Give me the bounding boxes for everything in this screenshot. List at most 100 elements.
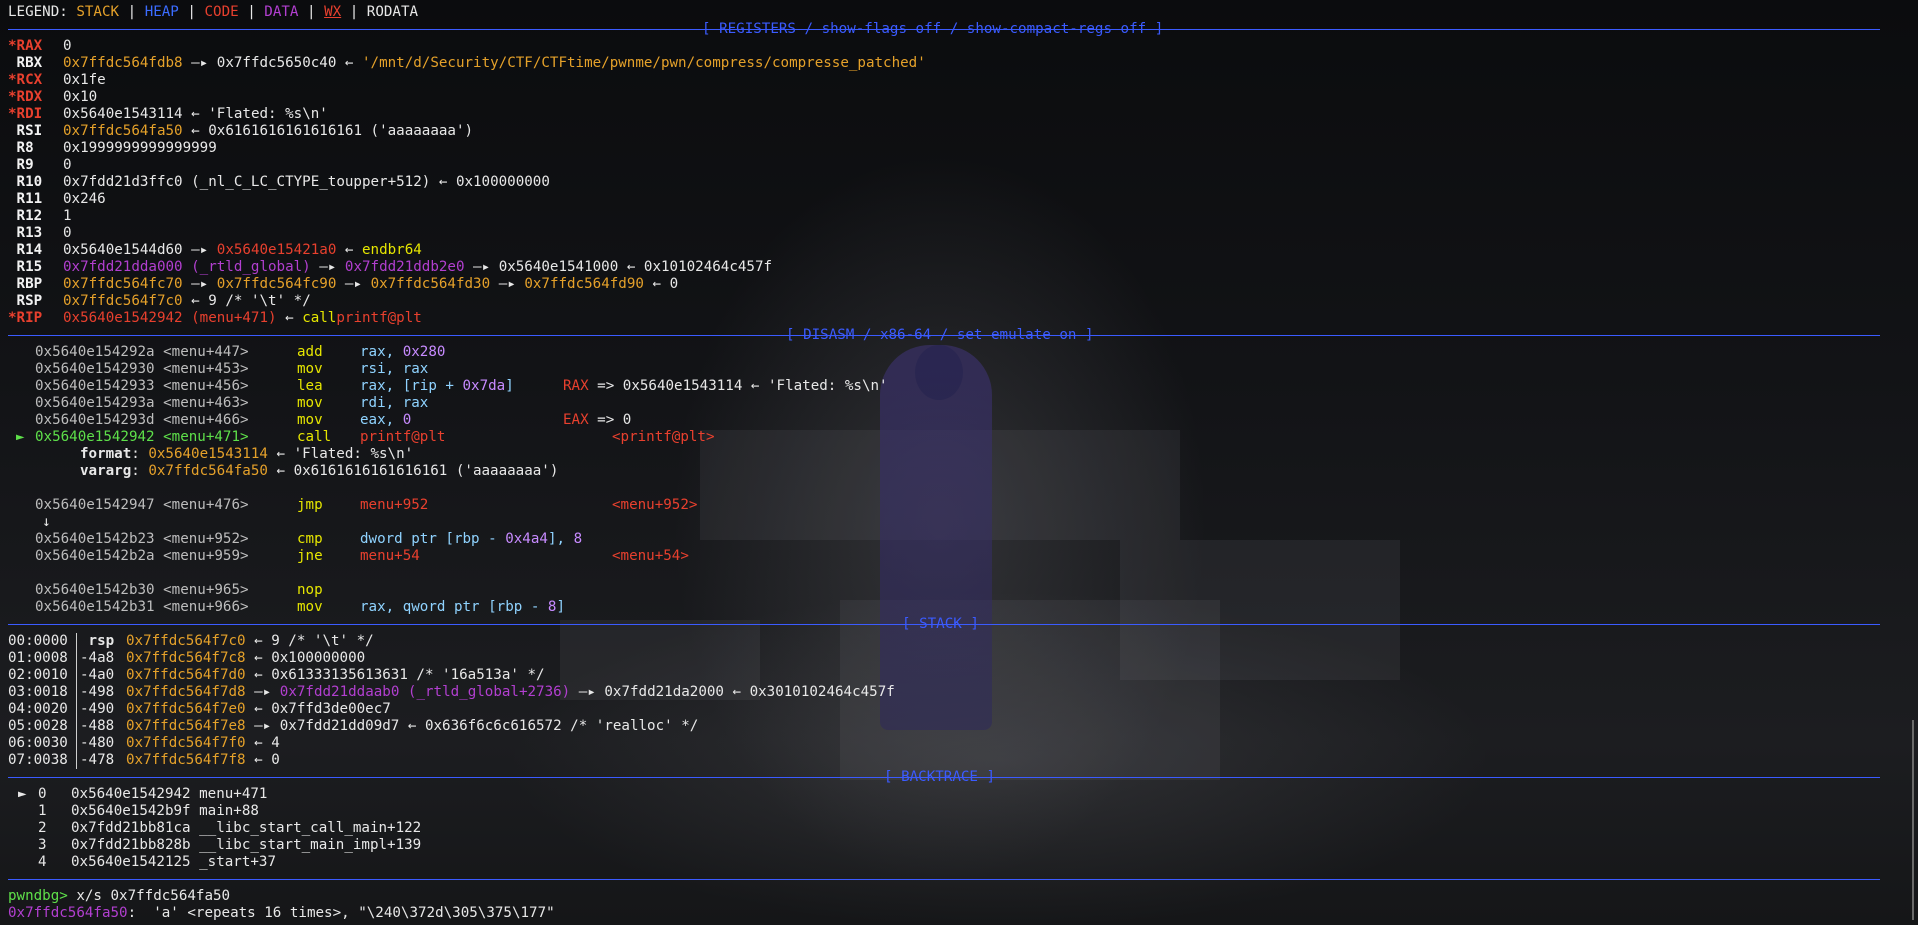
frame-address: 0x5640e1542125 <box>71 854 191 870</box>
operand: dword ptr [rbp - <box>360 531 506 547</box>
operand: eax, <box>360 412 403 428</box>
register-name: R15 <box>8 259 43 275</box>
legend-line: LEGEND: STACK | HEAP | CODE | DATA | WX … <box>8 4 419 20</box>
register-name: R10 <box>8 174 43 190</box>
comment-symbol: <printf@plt> <box>612 429 715 445</box>
registers-header: [ REGISTERS / show-flags off / show-comp… <box>8 21 1918 38</box>
command-output: 0x7ffdc564fa50: 'a' <repeats 16 times>, … <box>8 905 1918 922</box>
stack-value: ← 0x7ffd3de00ec7 <box>254 701 391 717</box>
register-name: RBP <box>8 276 43 292</box>
stack-address: 0x7ffdc564f7e8 <box>126 718 246 734</box>
register-row: RBP 0x7ffdc564fc70 —▸ 0x7ffdc564fc90 —▸ 0… <box>8 276 1918 293</box>
register-value: 0x7ffdc564fc90 <box>216 276 337 292</box>
stack-row: 02:0010 -4a0 0x7ffdc564f7d0 ← 0x6133313561… <box>8 667 1918 684</box>
register-value: 0x7ffdc5650c40 <box>216 55 337 71</box>
legend-data: DATA <box>264 4 299 20</box>
command-input[interactable]: x/s 0x7ffdc564fa50 <box>68 888 230 904</box>
instruction-row: 0x5640e154292a <menu+447> add rax, 0x280 <box>8 344 1918 361</box>
mnemonic: nop <box>297 582 323 598</box>
argument-value: 0x5640e1543114 <box>148 446 268 462</box>
legend-heap: HEAP <box>144 4 179 20</box>
register-name: R13 <box>8 225 43 241</box>
stack-value: ← 0 <box>254 752 280 768</box>
register-value: call <box>302 310 337 326</box>
stack-index: 06:0030 <box>8 735 68 751</box>
frame-address: 0x5640e1542b9f <box>71 803 191 819</box>
stack-row: 01:0008 -4a8 0x7ffdc564f7c8 ← 0x100000000 <box>8 650 1918 667</box>
comment-bracket: <printf@plt> <box>612 429 715 445</box>
instruction-symbol: <menu+471> <box>163 429 249 445</box>
stack-offset: -498 <box>80 684 115 700</box>
register-name: RSI <box>8 123 43 139</box>
branch-target: printf@plt <box>360 429 446 445</box>
instruction-row: 0x5640e1542933 <menu+456> lea rax, [rip + … <box>8 378 1918 395</box>
stack-offset: -490 <box>80 701 115 717</box>
register-value: printf@plt <box>336 310 422 326</box>
mnemonic: add <box>297 344 323 360</box>
frame-address: 0x5640e1542942 <box>71 786 191 802</box>
instruction-symbol: <menu+466> <box>163 412 249 428</box>
stack-offset: rsp <box>80 633 115 649</box>
operand: ] <box>505 378 514 394</box>
instruction-symbol: <menu+476> <box>163 497 249 513</box>
command-line[interactable]: pwndbg> x/s 0x7ffdc564fa50 <box>8 888 1918 905</box>
instruction-symbol: <menu+463> <box>163 395 249 411</box>
register-row: R8 0x1999999999999999 <box>8 140 1918 157</box>
register-name: R14 <box>8 242 43 258</box>
comment-symbol: <menu+952> <box>612 497 698 513</box>
frame-number: 0 <box>38 786 47 802</box>
operand: rax, <box>360 344 403 360</box>
register-value: 0x7fdd21ddb2e0 <box>344 259 465 275</box>
frame-address: 0x7fdd21bb828b <box>71 837 191 853</box>
deref-arrow: —▸ <box>191 55 209 71</box>
frame-address: 0x7fdd21bb81ca <box>71 820 191 836</box>
register-row: *RIP 0x5640e1542942 (menu+471) ← callprin… <box>8 310 1918 327</box>
register-value: 0x7ffdc564fd90 <box>524 276 644 292</box>
frame-marker: ► <box>18 786 27 802</box>
branch-arrow: ↓ <box>8 514 1918 531</box>
disasm-panel: 0x5640e154292a <menu+447> add rax, 0x280 0x… <box>8 344 1918 616</box>
current-marker: ► <box>16 429 25 445</box>
register-value: 0x7ffdc564fd30 <box>370 276 491 292</box>
instruction-address: 0x5640e154292a <box>35 344 155 360</box>
stack-offset: -4a0 <box>80 667 115 683</box>
register-value: 0x5640e1544d60 <box>63 242 183 258</box>
register-name: RBX <box>8 55 43 71</box>
register-value: 9 /* '\t' */ <box>208 293 311 309</box>
deref-arrow: ← <box>285 310 294 326</box>
register-row: RSP 0x7ffdc564f7c0 ← 9 /* '\t' */ <box>8 293 1918 310</box>
stack-header: [ STACK ] <box>8 616 1918 633</box>
mnemonic: cmp <box>297 531 323 547</box>
register-value: 0x100000000 <box>455 174 550 190</box>
register-value: 0x7ffdc564fc70 <box>63 276 183 292</box>
backtrace-header: [ BACKTRACE ] <box>8 769 1918 786</box>
instruction-symbol: <menu+966> <box>163 599 249 615</box>
frame-marker <box>18 854 27 870</box>
disasm-header: [ DISASM / x86-64 / set emulate on ] <box>8 327 1918 344</box>
deref-arrow: ← <box>438 174 448 190</box>
terminal-window[interactable]: LEGEND: STACK | HEAP | CODE | DATA | WX … <box>0 0 1918 925</box>
mnemonic: call <box>297 429 332 445</box>
instruction-address: 0x5640e1542b23 <box>35 531 155 547</box>
prompt-separator <box>8 871 1918 888</box>
register-value: 0x6161616161616161 ('aaaaaaaa') <box>208 123 474 139</box>
register-value: 'Flated: %s\n' <box>208 106 328 122</box>
stack-index: 01:0008 <box>8 650 68 666</box>
register-value: 0x5640e1541000 <box>498 259 619 275</box>
register-row: R14 0x5640e1544d60 —▸ 0x5640e15421a0 ← en… <box>8 242 1918 259</box>
output-value: : 'a' <repeats 16 times>, "\240\372d\305… <box>127 905 555 921</box>
mnemonic: jne <box>297 548 323 564</box>
mnemonic: mov <box>297 412 323 428</box>
deref-arrow: ← <box>191 293 200 309</box>
backtrace-frame: 2 0x7fdd21bb81ca __libc_start_call_main+1… <box>8 820 1918 837</box>
register-name: *RDI <box>8 106 43 122</box>
frame-number: 2 <box>38 820 47 836</box>
stack-index: 04:0020 <box>8 701 68 717</box>
frame-number: 4 <box>38 854 47 870</box>
stack-value: ← 9 /* '\t' */ <box>254 633 374 649</box>
instruction-row: 0x5640e1542b31 <menu+966> mov rax, qword p… <box>8 599 1918 616</box>
stack-index: 02:0010 <box>8 667 68 683</box>
mnemonic: mov <box>297 599 323 615</box>
register-row: R13 0 <box>8 225 1918 242</box>
register-value: 0x1fe <box>63 72 106 88</box>
